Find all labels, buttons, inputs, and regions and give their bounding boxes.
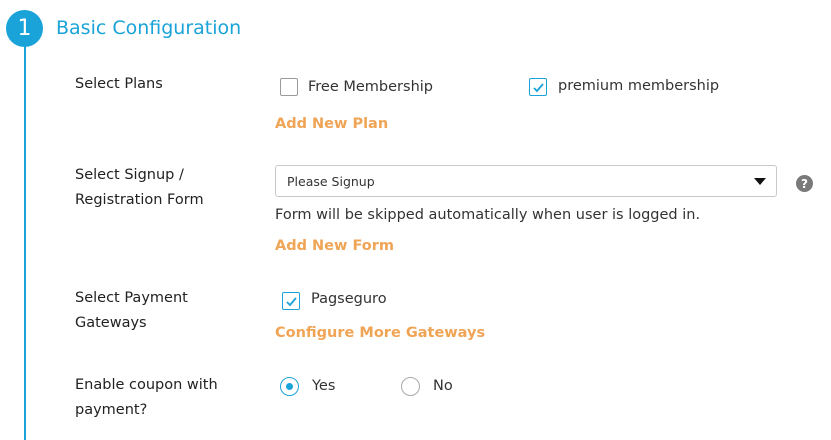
signup-form-select[interactable]: Please Signup xyxy=(275,165,777,197)
add-new-form-link[interactable]: Add New Form xyxy=(275,238,394,254)
signup-form-selected-value: Please Signup xyxy=(287,174,375,189)
chevron-down-icon xyxy=(754,178,766,185)
add-new-plan-link[interactable]: Add New Plan xyxy=(275,116,388,132)
signup-form-label-line2: Registration Form xyxy=(75,192,204,208)
coupon-yes-label: Yes xyxy=(312,378,336,394)
payment-gateways-label-line1: Select Payment xyxy=(75,290,188,306)
select-plans-label: Select Plans xyxy=(75,76,163,92)
coupon-yes-radio[interactable] xyxy=(280,377,299,396)
enable-coupon-label-line1: Enable coupon with xyxy=(75,377,218,393)
enable-coupon-label-line2: payment? xyxy=(75,402,148,418)
section-title: Basic Configuration xyxy=(56,17,242,39)
free-membership-label: Free Membership xyxy=(308,79,433,95)
premium-membership-label: premium membership xyxy=(558,78,720,94)
checkmark-icon xyxy=(286,297,297,307)
pagseguro-checkbox[interactable] xyxy=(282,292,300,310)
signup-form-label: Select Signup / Registration Form xyxy=(75,163,235,213)
payment-gateways-label: Select Payment Gateways xyxy=(75,286,235,336)
help-icon[interactable]: ? xyxy=(796,175,813,192)
coupon-no-radio[interactable] xyxy=(401,377,420,396)
radio-selected-dot xyxy=(286,383,293,390)
step-number-badge: 1 xyxy=(6,10,43,47)
payment-gateways-label-line2: Gateways xyxy=(75,315,147,331)
step-timeline-line xyxy=(24,46,26,440)
free-membership-checkbox[interactable] xyxy=(280,78,298,96)
configure-more-gateways-link[interactable]: Configure More Gateways xyxy=(275,325,485,341)
checkmark-icon xyxy=(533,83,544,93)
pagseguro-label: Pagseguro xyxy=(311,291,387,307)
signup-form-hint: Form will be skipped automatically when … xyxy=(275,207,701,223)
coupon-no-label: No xyxy=(433,378,453,394)
enable-coupon-label: Enable coupon with payment? xyxy=(75,373,235,423)
premium-membership-checkbox[interactable] xyxy=(529,78,547,96)
signup-form-label-line1: Select Signup / xyxy=(75,167,184,183)
